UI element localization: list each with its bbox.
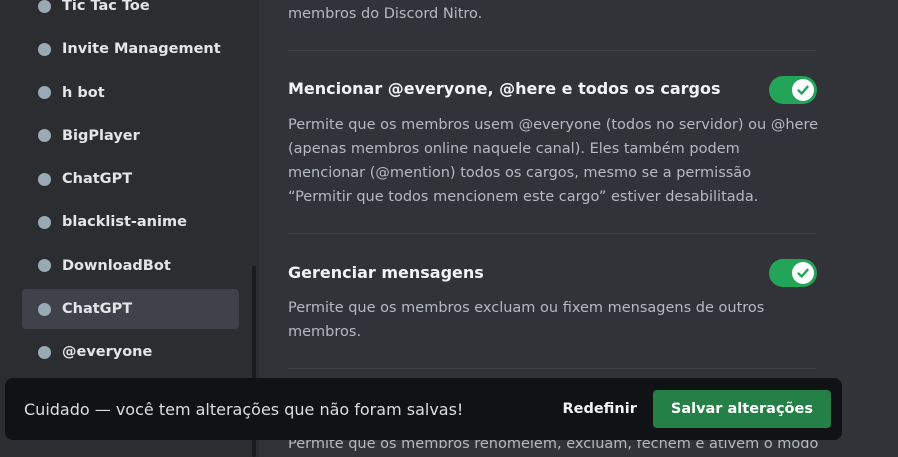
toggle-knob — [792, 79, 814, 101]
save-changes-button[interactable]: Salvar alterações — [652, 390, 831, 428]
permission-description-mention-everyone: Permite que os membros usem @everyone (t… — [288, 117, 819, 205]
role-label: @everyone — [62, 344, 153, 361]
role-item-blacklist-anime[interactable]: blacklist-anime — [22, 202, 239, 242]
role-dot-icon — [38, 86, 51, 100]
role-label: Invite Management — [62, 41, 221, 58]
role-label: ChatGPT — [62, 301, 133, 318]
permission-title-manage-messages: Gerenciar mensagens — [288, 263, 484, 282]
role-label: ChatGPT — [62, 171, 133, 188]
divider — [288, 368, 816, 369]
toggle-mention-everyone[interactable] — [769, 76, 817, 104]
permission-description: membros do Discord Nitro. — [288, 6, 483, 22]
unsaved-changes-notice: Cuidado — você tem alterações que não fo… — [5, 378, 842, 440]
unsaved-changes-text: Cuidado — você tem alterações que não fo… — [24, 399, 464, 419]
role-item-chatgpt-selected[interactable]: ChatGPT — [22, 289, 239, 330]
role-dot-icon — [38, 0, 51, 13]
toggle-manage-messages[interactable] — [769, 259, 817, 287]
role-item-invite-management[interactable]: Invite Management — [22, 29, 239, 69]
role-item-chatgpt[interactable]: ChatGPT — [22, 159, 239, 199]
role-dot-icon — [38, 215, 51, 229]
reset-button[interactable]: Redefinir — [562, 401, 636, 417]
role-item-downloadbot[interactable]: DownloadBot — [22, 246, 239, 286]
check-icon — [797, 268, 809, 278]
role-dot-icon — [38, 345, 51, 359]
toggle-knob — [792, 262, 814, 284]
role-item-h-bot[interactable]: h bot — [22, 73, 239, 113]
role-item-bigplayer[interactable]: BigPlayer — [22, 116, 239, 156]
divider — [288, 50, 816, 51]
role-dot-icon — [38, 42, 51, 56]
permission-title-mention-everyone: Mencionar @everyone, @here e todos os ca… — [288, 79, 721, 98]
check-icon — [797, 85, 809, 95]
role-item-everyone[interactable]: @everyone — [22, 332, 239, 372]
role-label: BigPlayer — [62, 127, 140, 144]
divider — [288, 233, 816, 234]
permission-description-manage-messages: Permite que os membros excluam ou fixem … — [288, 300, 765, 340]
role-label: h bot — [62, 84, 105, 101]
role-dot-icon — [38, 302, 51, 316]
role-label: Tic Tac Toe — [62, 0, 150, 14]
role-dot-icon — [38, 259, 51, 273]
role-list: Tic Tac Toe Invite Management h bot BigP… — [22, 0, 239, 376]
role-dot-icon — [38, 129, 51, 143]
role-dot-icon — [38, 172, 51, 186]
role-label: DownloadBot — [62, 257, 171, 274]
role-label: blacklist-anime — [62, 214, 187, 231]
role-item-tic-tac-toe[interactable]: Tic Tac Toe — [22, 0, 239, 26]
